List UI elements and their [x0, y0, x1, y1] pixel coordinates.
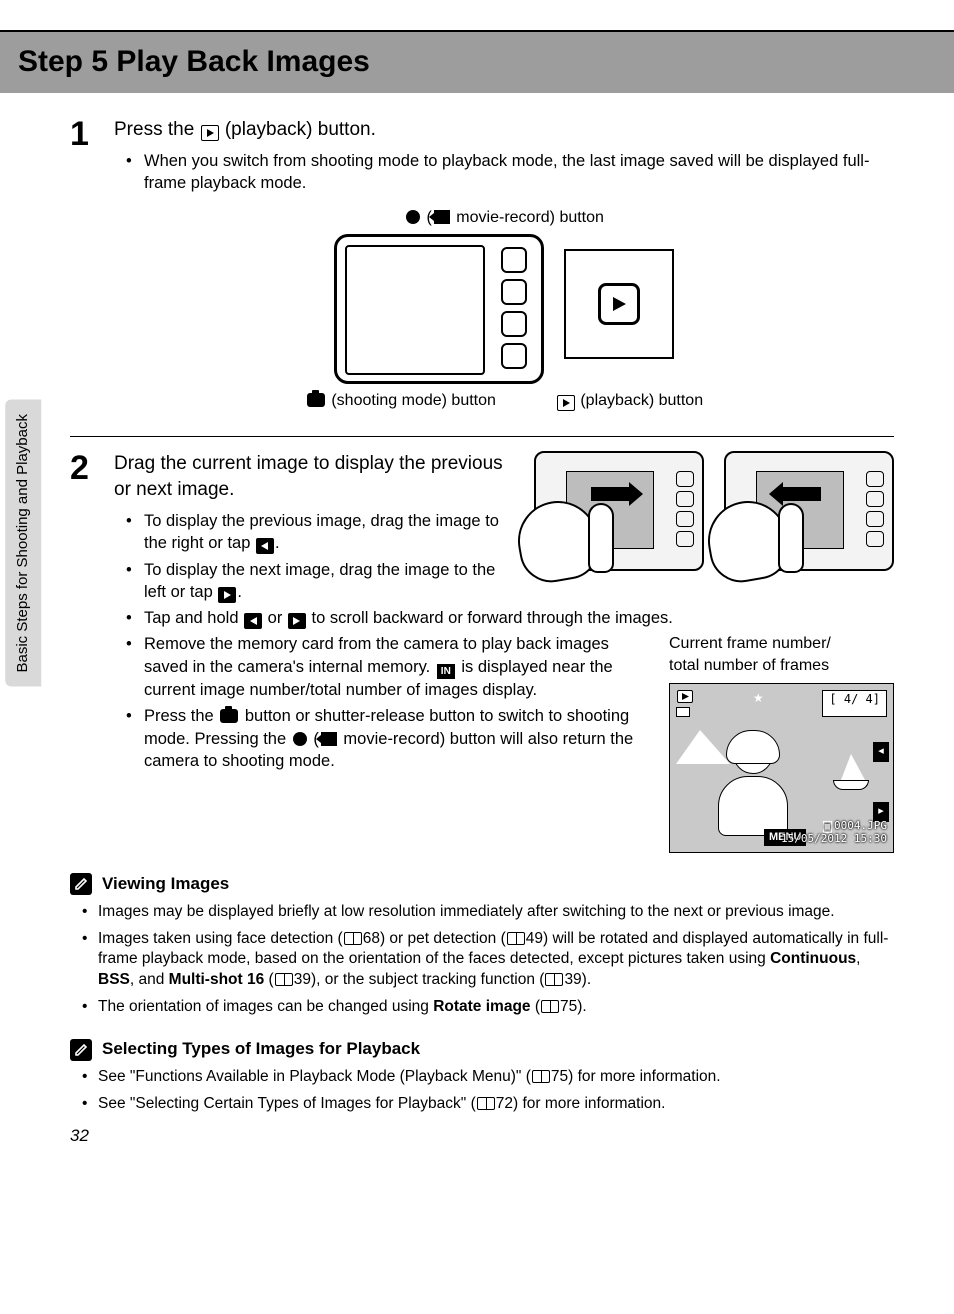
t: (playback) button. — [220, 119, 376, 140]
t: Images taken using face detection ( — [98, 930, 343, 947]
t: 72) for more information. — [496, 1095, 666, 1112]
pencil-note-icon — [70, 873, 92, 895]
book-ref-icon — [545, 973, 563, 986]
playback-icon — [557, 395, 575, 411]
t: to scroll backward or forward through th… — [307, 609, 673, 627]
file-info: ▦0004.JPG15/05/2012 15:30 — [781, 819, 887, 846]
movie-record-icon — [434, 210, 450, 224]
t: 39). — [564, 971, 591, 988]
camera-back-illustration — [334, 234, 544, 384]
nav-left-icon: ◂ — [873, 742, 889, 762]
playback-button-label: (playback) button — [556, 390, 703, 412]
t: BSS — [98, 971, 130, 988]
frame-label: Current frame number/ total number of fr… — [669, 633, 894, 676]
t: 75). — [560, 998, 587, 1015]
step-2-bullet: Remove the memory card from the camera t… — [132, 633, 634, 701]
step-2-title: Drag the current image to display the pr… — [114, 451, 516, 502]
t: To display the next image, drag the imag… — [144, 561, 495, 601]
step-1-bullet: When you switch from shooting mode to pl… — [132, 150, 894, 195]
step-2-number: 2 — [70, 451, 100, 853]
camera-diagram: ( movie-record) button (shooting mode) b… — [114, 207, 894, 412]
t: , — [856, 950, 860, 967]
page-number: 32 — [70, 1125, 894, 1148]
t: , and — [130, 971, 169, 988]
t: ( — [264, 971, 273, 988]
camera-icon — [307, 393, 325, 407]
divider — [70, 436, 894, 437]
playback-icon — [201, 125, 219, 141]
t: movie-record) button — [452, 209, 604, 226]
book-ref-icon — [532, 1070, 550, 1083]
pencil-note-icon — [70, 1039, 92, 1061]
book-ref-icon — [541, 1000, 559, 1013]
t: Press the — [114, 119, 200, 140]
playback-screen-illustration: ★ [ 4/ 4] ◂ ▸ MENU ▦0004.JPG15/05/2012 1… — [669, 683, 894, 853]
step-2-bullet: Press the button or shutter-release butt… — [132, 705, 634, 772]
t: Continuous — [770, 950, 856, 967]
note-title: Selecting Types of Images for Playback — [102, 1038, 420, 1061]
t: (playback) button — [576, 392, 703, 409]
t: 39), or the subject tracking function ( — [294, 971, 545, 988]
record-dot-icon — [406, 210, 420, 224]
t: . — [237, 583, 242, 601]
step-2-bullet: To display the previous image, drag the … — [132, 510, 516, 555]
left-arrow-icon — [256, 538, 274, 554]
t: 68) or pet detection ( — [363, 930, 506, 947]
t: 75) for more information. — [551, 1068, 721, 1085]
t: 15/05/2012 15:30 — [781, 832, 887, 845]
note-bullet: See "Selecting Certain Types of Images f… — [88, 1094, 894, 1115]
book-ref-icon — [275, 973, 293, 986]
step-2: 2 Drag the current image to display the … — [70, 451, 894, 853]
t: Tap and hold — [144, 609, 243, 627]
drag-right-illustration — [534, 451, 704, 571]
t: (shooting mode) button — [327, 392, 496, 409]
right-arrow-icon — [288, 613, 306, 629]
side-tab: Basic Steps for Shooting and Playback — [5, 400, 41, 687]
left-arrow-icon — [244, 613, 262, 629]
step-1-title: Press the (playback) button. — [114, 117, 894, 143]
t: The orientation of images can be changed… — [98, 998, 433, 1015]
section-header-bar: Step 5 Play Back Images — [0, 30, 954, 93]
step-2-bullet: Tap and hold or to scroll backward or fo… — [132, 607, 894, 629]
right-arrow-icon — [218, 587, 236, 603]
t: See "Selecting Certain Types of Images f… — [98, 1095, 476, 1112]
note-bullet: The orientation of images can be changed… — [88, 997, 894, 1018]
frame-display-box: Current frame number/ total number of fr… — [669, 633, 894, 852]
page-content: 1 Press the (playback) button. When you … — [0, 93, 954, 1168]
camera-icon — [220, 709, 238, 723]
section-title: Step 5 Play Back Images — [18, 42, 936, 83]
playback-button-zoom — [564, 249, 674, 359]
t: or — [263, 609, 287, 627]
t: 0004.JPG — [834, 819, 887, 832]
note-title: Viewing Images — [102, 873, 229, 896]
drag-left-illustration — [724, 451, 894, 571]
note-bullet: Images taken using face detection ( 68) o… — [88, 929, 894, 992]
step-2-bullet: To display the next image, drag the imag… — [132, 559, 516, 604]
book-ref-icon — [507, 932, 525, 945]
note-bullet: See "Functions Available in Playback Mod… — [88, 1067, 894, 1088]
movie-record-icon — [321, 732, 337, 746]
t: . — [275, 534, 280, 552]
t: To display the previous image, drag the … — [144, 512, 499, 552]
shooting-mode-label: (shooting mode) button — [305, 390, 496, 412]
t: Press the — [144, 707, 218, 725]
book-ref-icon — [477, 1097, 495, 1110]
t: ( — [531, 998, 540, 1015]
note-viewing-images: Viewing Images — [70, 873, 894, 896]
t: Multi-shot 16 — [169, 971, 265, 988]
drag-illustrations — [534, 451, 894, 607]
frame-counter: [ 4/ 4] — [822, 690, 887, 717]
internal-memory-icon: IN — [437, 664, 455, 679]
note-selecting-types: Selecting Types of Images for Playback — [70, 1038, 894, 1061]
book-ref-icon — [344, 932, 362, 945]
step-1-number: 1 — [70, 117, 100, 420]
record-dot-icon — [293, 732, 307, 746]
step-1: 1 Press the (playback) button. When you … — [70, 117, 894, 420]
playback-mode-icon — [676, 690, 694, 717]
t: Rotate image — [433, 998, 530, 1015]
note-bullet: Images may be displayed briefly at low r… — [88, 902, 894, 923]
t: See "Functions Available in Playback Mod… — [98, 1068, 531, 1085]
